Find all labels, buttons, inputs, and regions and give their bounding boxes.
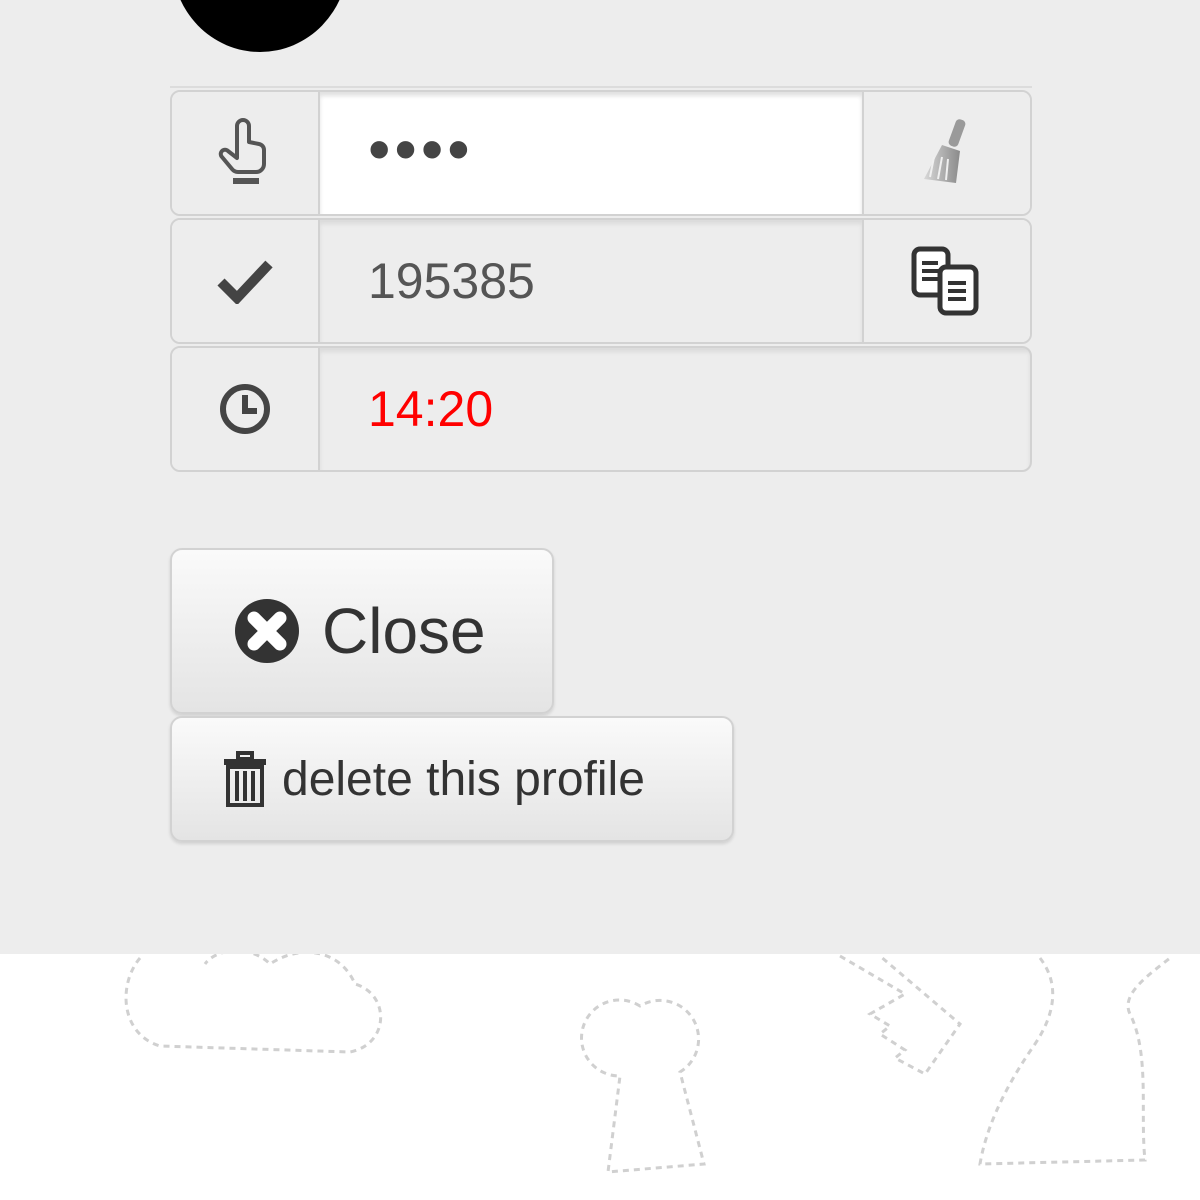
divider: [170, 86, 1032, 88]
checkmark-icon: [172, 220, 320, 342]
pin-input[interactable]: ••••: [320, 92, 862, 214]
clock-icon: [172, 348, 320, 470]
code-value: 195385: [320, 220, 862, 342]
copy-icon: [911, 246, 979, 316]
keyhole-icon: [580, 998, 706, 1174]
trash-icon: [224, 751, 266, 807]
background-doodles: [124, 954, 1171, 1174]
close-button-label: Close: [322, 595, 486, 667]
avatar: [172, 0, 348, 52]
broom-icon: [924, 119, 966, 183]
pin-value: ••••: [368, 113, 474, 185]
touch-icon: [172, 92, 320, 214]
code-row: 195385: [170, 218, 1032, 344]
close-circle-icon: [235, 599, 299, 663]
delete-profile-button[interactable]: delete this profile: [170, 716, 734, 842]
timer-value: 14:20: [320, 348, 1030, 470]
copy-button[interactable]: [862, 220, 1030, 342]
clear-button[interactable]: [862, 92, 1030, 214]
delete-button-label: delete this profile: [282, 752, 645, 806]
profile-panel: •••• 195385 14:20 Close delete this prof…: [0, 0, 1200, 954]
pawn-icon: [978, 956, 1171, 1166]
pin-row: ••••: [170, 90, 1032, 216]
timer-row: 14:20: [170, 346, 1032, 472]
close-button[interactable]: Close: [170, 548, 554, 714]
cloud-icon: [124, 954, 383, 1054]
key-icon: [839, 954, 963, 1076]
